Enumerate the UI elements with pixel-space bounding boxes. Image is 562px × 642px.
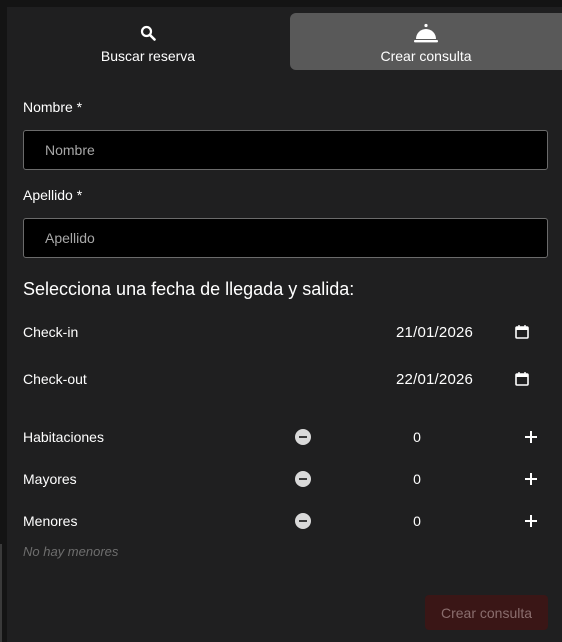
search-icon	[140, 21, 156, 45]
adults-count: 0	[413, 471, 421, 487]
rooms-count: 0	[413, 429, 421, 445]
calendar-icon[interactable]	[514, 324, 530, 340]
children-label: Menores	[23, 513, 78, 529]
window-edge	[0, 0, 7, 642]
tab-search-reservation[interactable]: Buscar reserva	[8, 13, 288, 70]
checkin-date-input[interactable]: 21/01/2026	[396, 324, 473, 341]
last-name-label: Apellido *	[23, 187, 83, 203]
children-decrement-button[interactable]	[295, 513, 311, 529]
adults-label: Mayores	[23, 471, 77, 487]
last-name-field[interactable]	[23, 218, 548, 258]
calendar-icon[interactable]	[514, 371, 530, 387]
rooms-decrement-button[interactable]	[295, 429, 311, 445]
tab-search-label: Buscar reserva	[100, 48, 196, 64]
checkout-label: Check-out	[23, 371, 87, 387]
first-name-label: Nombre *	[23, 99, 83, 115]
rooms-label: Habitaciones	[23, 429, 104, 445]
checkin-label: Check-in	[23, 324, 79, 340]
create-inquiry-button[interactable]: Crear consulta	[425, 595, 548, 630]
rooms-increment-button[interactable]	[524, 430, 538, 444]
top-edge	[7, 0, 562, 7]
children-increment-button[interactable]	[524, 514, 538, 528]
tab-create-label: Crear consulta	[380, 48, 472, 64]
adults-increment-button[interactable]	[524, 472, 538, 486]
reservation-panel: Buscar reserva Crear consulta Nombre * A…	[0, 0, 562, 642]
tab-create-inquiry[interactable]: Crear consulta	[290, 13, 562, 70]
children-empty-hint: No hay menores	[23, 544, 119, 559]
children-count: 0	[413, 513, 421, 529]
cloche-icon	[413, 21, 439, 45]
dates-section-title: Selecciona una fecha de llegada y salida…	[23, 279, 355, 299]
checkout-date-input[interactable]: 22/01/2026	[396, 371, 473, 388]
adults-decrement-button[interactable]	[295, 471, 311, 487]
first-name-field[interactable]	[23, 130, 548, 170]
